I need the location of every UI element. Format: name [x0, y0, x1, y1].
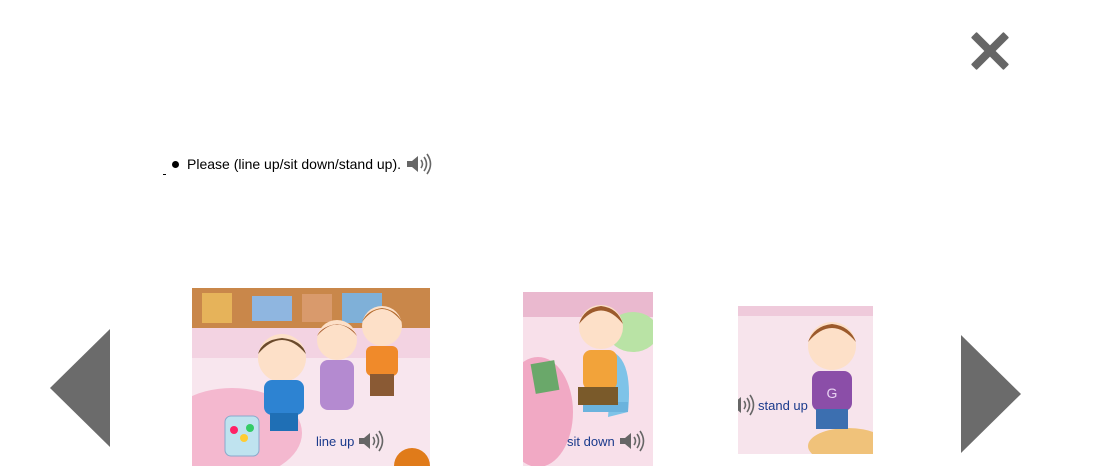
card-text: line up — [316, 433, 355, 449]
speaker-icon[interactable] — [357, 430, 384, 452]
card-label-sit-down: sit down — [567, 430, 645, 452]
sentence-line: Please (line up/sit down/stand up). — [163, 152, 432, 176]
left-arrow-icon[interactable] — [50, 329, 110, 447]
card-label-stand-up: stand up — [738, 394, 808, 416]
picture-card-line-up[interactable]: line up — [192, 288, 430, 466]
card-text: sit down — [567, 433, 615, 449]
bullet-icon — [172, 160, 179, 168]
line-up-illustration — [192, 288, 430, 466]
close-icon[interactable] — [969, 30, 1011, 72]
speaker-icon[interactable] — [738, 394, 755, 416]
picture-card-sit-down[interactable]: sit down — [523, 292, 653, 466]
card-label-line-up: line up — [316, 430, 384, 452]
svg-text:G: G — [827, 385, 838, 401]
text-cursor-mark — [163, 174, 166, 175]
speaker-icon[interactable] — [618, 430, 645, 452]
sentence-text: Please (line up/sit down/stand up). — [187, 156, 402, 172]
card-text: stand up — [758, 397, 808, 413]
stand-up-illustration: G — [738, 306, 873, 454]
right-arrow-icon[interactable] — [961, 335, 1021, 453]
picture-card-stand-up[interactable]: G stand up — [738, 306, 873, 454]
speaker-icon[interactable] — [405, 153, 432, 175]
